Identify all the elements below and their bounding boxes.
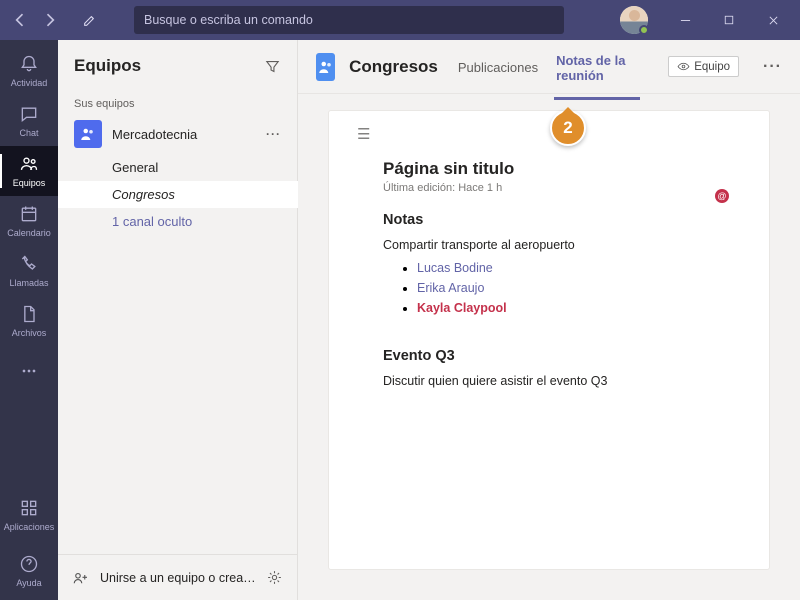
your-teams-label: Sus equipos — [58, 92, 297, 114]
presence-available-icon — [639, 25, 649, 35]
join-team-icon[interactable] — [72, 569, 90, 587]
channel-avatar-icon — [316, 53, 335, 81]
filter-icon[interactable] — [264, 58, 281, 75]
evento-text[interactable]: Discutir quien quiere asistir el evento … — [383, 374, 729, 388]
rail-calls[interactable]: Llamadas — [0, 246, 58, 296]
team-more-icon[interactable]: ··· — [266, 127, 281, 141]
channel-general[interactable]: General — [112, 154, 297, 181]
team-name: Mercadotecnia — [112, 127, 256, 142]
forward-button[interactable] — [38, 8, 62, 32]
mention-lucas[interactable]: Lucas Bodine — [417, 261, 493, 275]
join-team-label[interactable]: Unirse a un equipo o crea… — [100, 571, 256, 585]
window-close[interactable] — [754, 2, 792, 38]
rail-files[interactable]: Archivos — [0, 296, 58, 346]
rail-more[interactable] — [0, 346, 58, 396]
mentions-list[interactable]: Lucas Bodine Erika Araujo Kayla Claypool — [417, 258, 729, 318]
notas-text[interactable]: Compartir transporte al aeropuerto — [383, 238, 729, 252]
mention-indicator-icon: @ — [715, 189, 729, 203]
settings-gear-icon[interactable] — [266, 569, 283, 586]
channel-header: Congresos Publicaciones Notas de la reun… — [298, 40, 800, 94]
back-button[interactable] — [8, 8, 32, 32]
channel-more-icon[interactable]: ··· — [763, 58, 782, 76]
team-visibility-button[interactable]: Equipo — [668, 56, 739, 77]
last-edited-label: Última edición: Hace 1 h — [383, 182, 729, 194]
profile-avatar[interactable] — [620, 6, 648, 34]
section-evento-heading[interactable]: Evento Q3 — [383, 348, 729, 364]
window-maximize[interactable] — [710, 2, 748, 38]
team-row-mercadotecnia[interactable]: Mercadotecnia ··· — [58, 114, 297, 154]
rail-chat[interactable]: Chat — [0, 96, 58, 146]
notes-menu-icon[interactable]: ☰ — [357, 125, 370, 143]
rail-teams[interactable]: Equipos — [0, 146, 58, 196]
panel-title: Equipos — [74, 56, 264, 76]
rail-calendar[interactable]: Calendario — [0, 196, 58, 246]
rail-activity[interactable]: Actividad — [0, 46, 58, 96]
channel-congresos[interactable]: Congresos — [58, 181, 298, 208]
rail-help[interactable]: Ayuda — [0, 546, 58, 596]
meeting-notes-card: ☰ Página sin titulo Última edición: Hace… — [328, 110, 770, 570]
mention-erika[interactable]: Erika Araujo — [417, 281, 484, 295]
tab-meeting-notes[interactable]: Notas de la reunión — [554, 35, 640, 99]
hidden-channels-link[interactable]: 1 canal oculto — [112, 208, 297, 235]
team-avatar-icon — [74, 120, 102, 148]
search-placeholder: Busque o escriba un comando — [144, 13, 313, 27]
teams-panel: Equipos Sus equipos Mercadotecnia ··· Ge… — [58, 40, 298, 600]
window-minimize[interactable] — [666, 2, 704, 38]
rail-apps[interactable]: Aplicaciones — [0, 490, 58, 540]
title-bar: Busque o escriba un comando — [0, 0, 800, 40]
app-rail: Actividad Chat Equipos Calendario Llamad… — [0, 40, 58, 600]
doc-title[interactable]: Página sin titulo — [383, 159, 729, 179]
new-message-button[interactable] — [76, 6, 104, 34]
channel-title: Congresos — [349, 57, 438, 77]
search-input[interactable]: Busque o escriba un comando — [134, 6, 564, 34]
section-notas-heading[interactable]: Notas — [383, 212, 729, 228]
tab-posts[interactable]: Publicaciones — [456, 42, 540, 91]
mention-kayla-self[interactable]: Kayla Claypool — [417, 301, 507, 315]
tutorial-callout-2: 2 — [550, 110, 586, 146]
main-area: Congresos Publicaciones Notas de la reun… — [298, 40, 800, 600]
